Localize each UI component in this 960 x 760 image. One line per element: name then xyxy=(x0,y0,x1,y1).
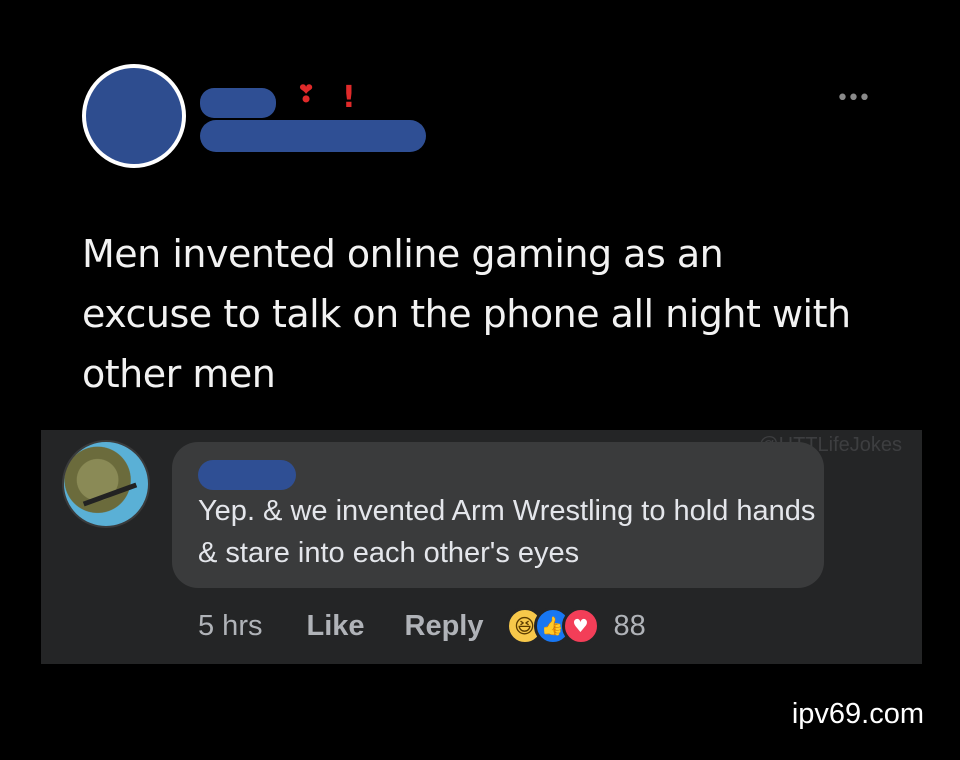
comment-timestamp[interactable]: 5 hrs xyxy=(198,610,262,643)
reaction-summary[interactable]: 😆 👍 ♥ xyxy=(505,607,600,645)
redacted-handle xyxy=(200,120,426,152)
comment-bubble: Yep. & we invented Arm Wrestling to hold… xyxy=(172,442,824,588)
site-watermark: ipv69.com xyxy=(791,698,924,730)
tweet-card: ❣ ! ••• Men invented online gaming as an… xyxy=(0,0,960,430)
exclamation-icon: ! xyxy=(342,80,356,115)
heart-icon: ♥ xyxy=(561,607,600,645)
reply-button[interactable]: Reply xyxy=(405,610,484,643)
commenter-avatar[interactable] xyxy=(62,440,150,528)
redacted-display-name xyxy=(200,88,276,118)
redacted-commenter-name xyxy=(198,460,296,490)
tweet-text: Men invented online gaming as an excuse … xyxy=(82,232,851,396)
heart-exclamation-icon: ❣ xyxy=(296,80,317,108)
like-button[interactable]: Like xyxy=(306,610,364,643)
comment-actions: 5 hrs Like Reply 😆 👍 ♥ 88 xyxy=(198,606,646,646)
reaction-count[interactable]: 88 xyxy=(614,610,646,643)
tweet-author-avatar[interactable] xyxy=(82,64,186,168)
comment-panel: @HTTLifeJokes Yep. & we invented Arm Wre… xyxy=(41,430,922,664)
comment-text: Yep. & we invented Arm Wrestling to hold… xyxy=(198,495,816,569)
more-horizontal-icon[interactable]: ••• xyxy=(836,86,871,111)
